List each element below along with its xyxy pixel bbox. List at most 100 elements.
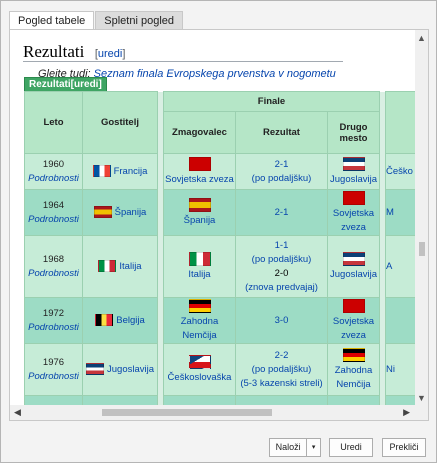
second-link[interactable]: Jugoslavija [330, 174, 377, 185]
tab-table-view[interactable]: Pogled tabele [9, 11, 95, 29]
web-preview: Rezultati [uredi] Glejte tudi: Seznam fi… [10, 30, 416, 406]
third-cell: M [385, 189, 416, 236]
host-cell: Jugoslavija [82, 343, 158, 396]
hatnote-link[interactable]: Seznam finala Evropskega prvenstva v nog… [94, 68, 336, 80]
host-link[interactable]: Španija [115, 207, 147, 218]
details-link[interactable]: Podrobnosti [25, 321, 82, 335]
germany-flag-icon [188, 298, 211, 313]
dialog-buttons: Naloži ▾ Uredi Prekliči [1, 426, 436, 462]
ussr-flag-icon [342, 190, 365, 205]
second-link[interactable]: Sovjetska zveza [333, 208, 374, 233]
winner-link[interactable]: Italija [188, 269, 210, 280]
winner-link[interactable]: Češkoslovaška [168, 372, 232, 383]
cancel-button[interactable]: Prekliči [382, 438, 426, 457]
host-link[interactable]: Francija [114, 166, 148, 177]
france-flag-icon [92, 164, 111, 177]
czech-flag-icon [188, 354, 211, 369]
second-link[interactable]: Jugoslavija [330, 269, 377, 280]
winner-link[interactable]: Sovjetska zveza [165, 174, 234, 185]
preview-panel: Rezultati [uredi] Glejte tudi: Seznam fi… [9, 29, 429, 421]
result-cell: 2-1 [235, 189, 328, 236]
section-edit-link[interactable]: [uredi] [95, 48, 126, 60]
horizontal-scrollbar[interactable]: ◀ ▶ [10, 405, 416, 420]
year-cell: 1960 Podrobnosti [24, 153, 83, 190]
vertical-scrollbar[interactable]: ▲ ▼ [415, 30, 428, 406]
table-row: 1972 Podrobnosti Belgija Zahodna Nemčija 3-0… [24, 297, 416, 344]
details-link[interactable]: Podrobnosti [25, 267, 82, 281]
table-caption: Rezultati[uredi] [24, 77, 107, 92]
second-link[interactable]: Zahodna Nemčija [335, 365, 373, 390]
details-link[interactable]: Podrobnosti [25, 370, 82, 384]
year-cell: 1972 Podrobnosti [24, 297, 83, 344]
winner-cell: Španija [163, 189, 236, 236]
page-title: Rezultati [23, 42, 85, 61]
header-second: Drugo mesto [327, 111, 380, 154]
details-link[interactable]: Podrobnosti [25, 213, 82, 227]
italy-flag-icon [98, 259, 117, 272]
load-dropdown-icon[interactable]: ▾ [307, 439, 320, 456]
second-cell: Sovjetska zveza [327, 297, 380, 344]
belgium-flag-icon [95, 313, 114, 326]
germany-flag-icon [342, 347, 365, 362]
table-row: 1968 Podrobnosti Italija Italija 1-1 (po poda… [24, 235, 416, 298]
header-result: Rezultat [235, 111, 328, 154]
load-split-button: Naloži ▾ [269, 438, 321, 457]
tab-web-view[interactable]: Spletni pogled [95, 11, 184, 29]
spain-flag-icon [188, 197, 211, 212]
result-cell: 1-1 (po podaljšku) 2-0 (znova predvajaj) [235, 235, 328, 298]
table-row: 1960 Podrobnosti Francija Sovjetska zveza 2-… [24, 153, 416, 190]
host-cell: Španija [82, 189, 158, 236]
header-winner: Zmagovalec [163, 111, 236, 154]
scroll-up-icon[interactable]: ▲ [417, 33, 426, 43]
spain-flag-icon [93, 205, 112, 218]
horizontal-scroll-thumb[interactable] [102, 409, 272, 416]
year-cell: 1968 Podrobnosti [24, 235, 83, 298]
winner-link[interactable]: Zahodna Nemčija [181, 316, 219, 341]
view-tabs: Pogled tabele Spletni pogled [9, 11, 184, 29]
table-row: 1964 Podrobnosti Španija Španija 2-1 Sovjetsk… [24, 189, 416, 236]
results-body: 1960 Podrobnosti Francija Sovjetska zveza 2-… [24, 153, 416, 406]
yugo-flag-icon [342, 251, 365, 266]
caption-edit-link[interactable]: [uredi] [71, 79, 102, 90]
query-editor-window: Pogled tabele Spletni pogled Rezultati [… [0, 0, 437, 463]
ussr-flag-icon [342, 298, 365, 313]
yugo-flag-icon [342, 156, 365, 171]
details-link[interactable]: Podrobnosti [25, 172, 82, 186]
scroll-right-icon[interactable]: ▶ [403, 407, 410, 418]
result-cell: 2-1 (po podaljšku) [235, 153, 328, 190]
host-link[interactable]: Belgija [116, 315, 145, 326]
load-button[interactable]: Naloži [270, 439, 308, 456]
yugo-flag-icon [86, 362, 104, 375]
winner-cell: Češkoslovaška [163, 343, 236, 396]
edit-button[interactable]: Uredi [329, 438, 373, 457]
host-cell: Francija [82, 153, 158, 190]
second-cell: Zahodna Nemčija [327, 343, 380, 396]
host-link[interactable]: Italija [119, 261, 141, 272]
third-cell: Ni [385, 343, 416, 396]
winner-cell: Italija [163, 235, 236, 298]
section-heading: Rezultati [uredi] [23, 42, 343, 62]
winner-link[interactable]: Španija [184, 215, 216, 226]
winner-cell: Zahodna Nemčija [163, 297, 236, 344]
third-cell: Češko [385, 153, 416, 190]
year-cell: 1964 Podrobnosti [24, 189, 83, 236]
vertical-scroll-thumb[interactable] [419, 242, 425, 256]
host-link[interactable]: Jugoslavija [107, 364, 154, 375]
third-cell [385, 297, 416, 344]
second-link[interactable]: Sovjetska zveza [333, 316, 374, 341]
header-final: Finale [163, 91, 380, 112]
host-cell: Italija [82, 235, 158, 298]
second-cell: Sovjetska zveza [327, 189, 380, 236]
year-cell: 1976 Podrobnosti [24, 343, 83, 396]
scroll-down-icon[interactable]: ▼ [417, 393, 426, 403]
table-row: 1976 Podrobnosti Jugoslavija Češkoslovaška 2… [24, 343, 416, 396]
winner-cell: Sovjetska zveza [163, 153, 236, 190]
result-cell: 2-2 (po podaljšku) (5-3 kazenski streli) [235, 343, 328, 396]
third-cell: A [385, 235, 416, 298]
header-host: Gostitelj [82, 91, 158, 154]
results-table: Leto Gostitelj Finale Zmagovalec Rezulta… [24, 91, 416, 406]
second-cell: Jugoslavija [327, 153, 380, 190]
header-year: Leto [24, 91, 83, 154]
second-cell: Jugoslavija [327, 235, 380, 298]
scroll-left-icon[interactable]: ◀ [14, 407, 21, 418]
